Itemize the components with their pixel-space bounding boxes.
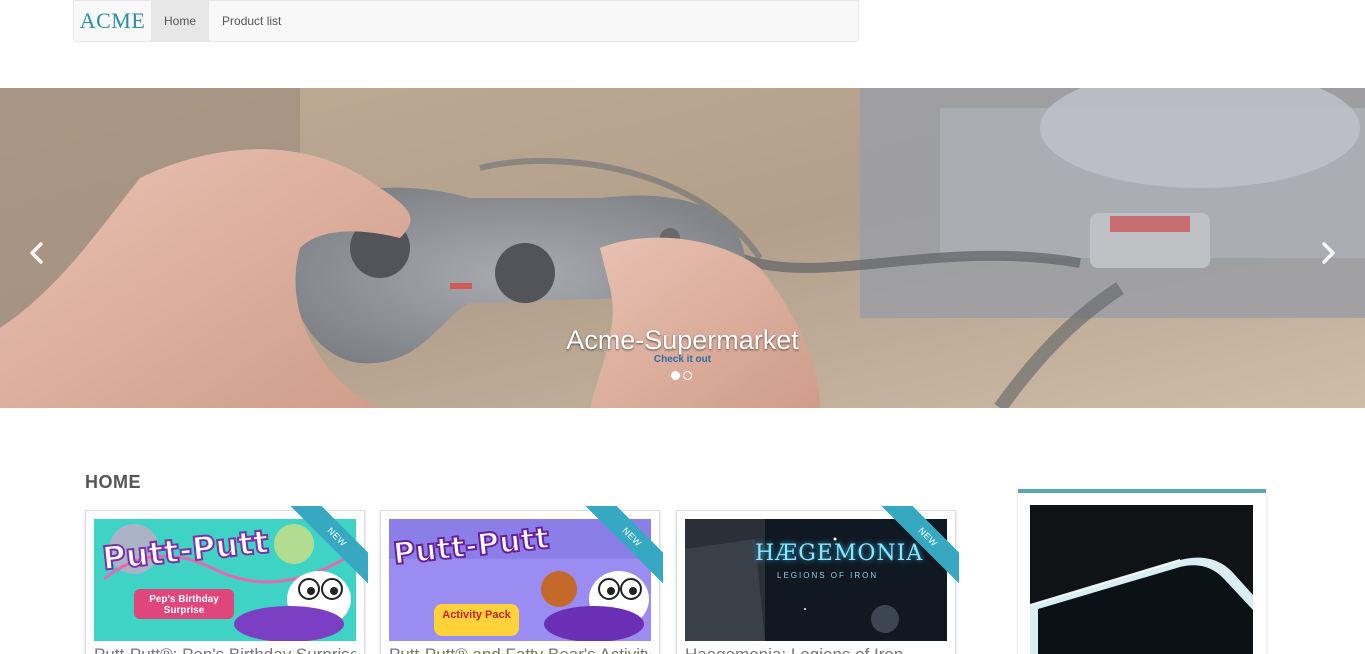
new-badge: NEW [581, 506, 663, 588]
product-logo-subtitle: Activity Pack [442, 609, 511, 621]
chevron-left-icon [30, 242, 43, 264]
carousel-indicator-1[interactable] [671, 371, 680, 380]
home-heading: HOME [85, 472, 141, 492]
product-card[interactable]: Putt-Putt Pep's Birthday Surprise NEW Pu… [85, 506, 368, 654]
nav-product-list[interactable]: Product list [209, 1, 294, 41]
nav-home[interactable]: Home [151, 1, 210, 41]
new-badge: NEW [286, 506, 368, 588]
carousel-next-button[interactable] [1313, 238, 1343, 268]
product-card[interactable]: Putt-Putt Activity Pack NEW Putt-Putt® a… [380, 506, 663, 654]
brand-logo[interactable]: ACME [74, 1, 151, 41]
carousel-indicator-2[interactable] [683, 371, 692, 380]
chevron-right-icon [1322, 242, 1335, 264]
carousel-prev-button[interactable] [22, 238, 52, 268]
carousel-check-it-out-link[interactable]: Check it out [0, 354, 1365, 365]
sidebar-promo-card [1018, 489, 1266, 654]
carousel-caption-title: Acme-Supermarket [566, 325, 799, 355]
new-badge: NEW [877, 506, 959, 588]
hero-carousel: Acme-Supermarket Check it out [0, 88, 1365, 408]
product-logo-subtitle: LEGIONS OF IRON [777, 571, 879, 580]
brand-text: ACME [79, 8, 146, 33]
product-title[interactable]: Putt-Putt® and Fatty Bear's Activity Pac… [389, 645, 651, 654]
product-logo-subtitle: Pep's Birthday Surprise [149, 594, 219, 616]
product-card[interactable]: HÆGEMONIA LEGIONS OF IRON NEW Haegemonia… [676, 506, 959, 654]
top-navbar: ACME Home Product list [73, 0, 859, 42]
product-title[interactable]: Haegemonia: Legions of Iron [685, 645, 947, 654]
promo-image[interactable] [1030, 505, 1253, 654]
carousel-indicators [671, 371, 692, 380]
product-title[interactable]: Putt-Putt®: Pep's Birthday Surprise [94, 645, 356, 654]
